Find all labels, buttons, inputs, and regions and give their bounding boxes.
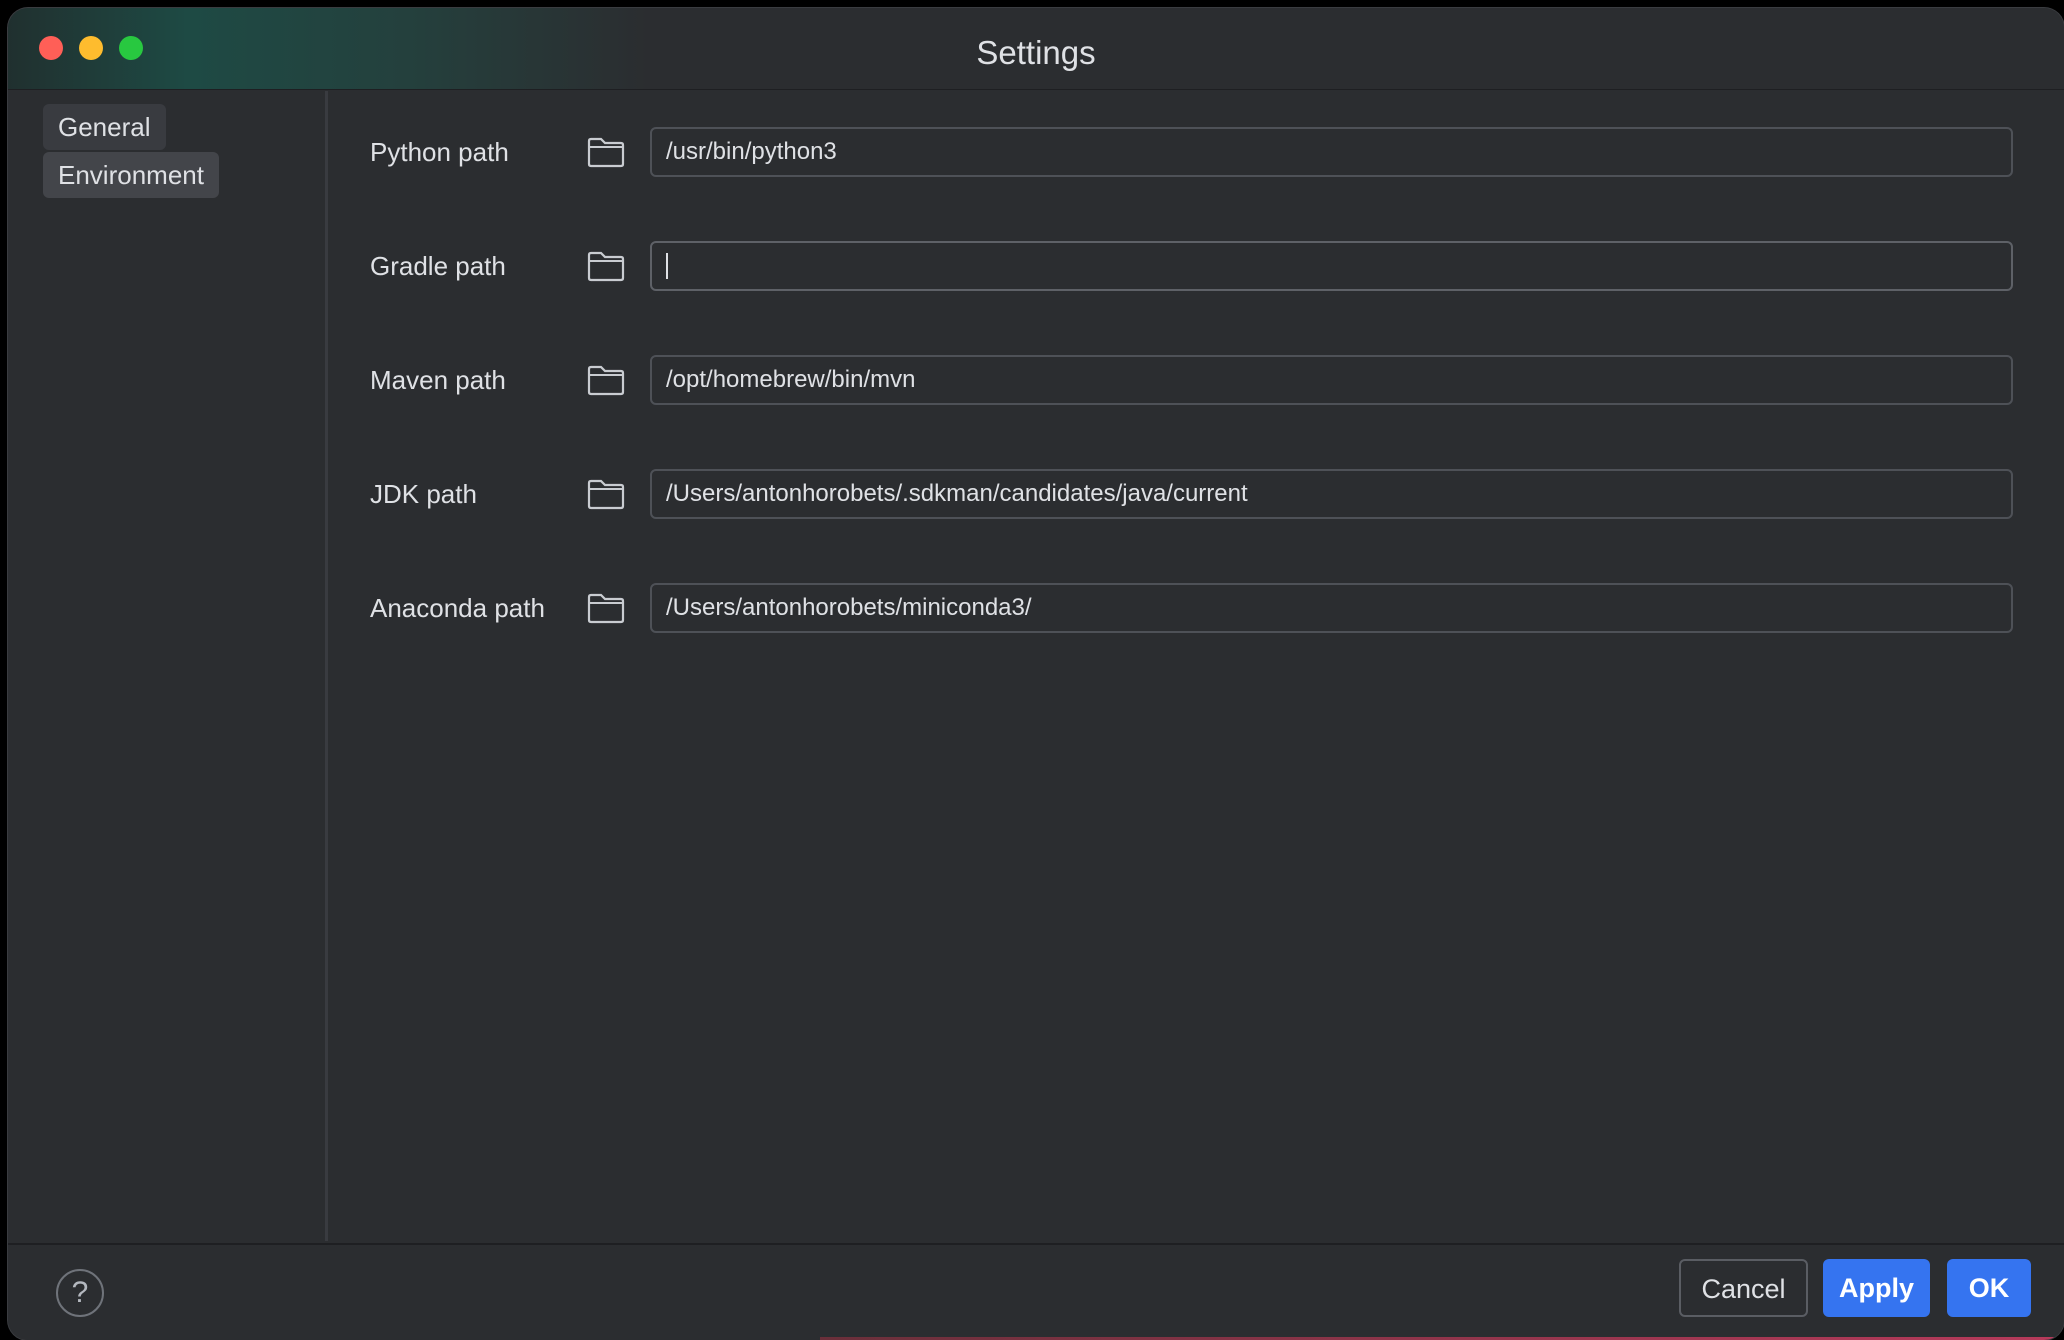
anaconda-path-row: Anaconda path [331, 583, 2064, 633]
python-path-label: Python path [370, 137, 509, 167]
sidebar-item-environment[interactable]: Environment [43, 152, 219, 198]
question-icon: ? [71, 1276, 89, 1309]
anaconda-path-label: Anaconda path [370, 593, 545, 623]
gradle-path-row: Gradle path [331, 241, 2064, 291]
folder-icon[interactable] [587, 364, 625, 396]
text-caret [666, 253, 668, 279]
jdk-path-row: JDK path [331, 469, 2064, 519]
folder-icon[interactable] [587, 250, 625, 282]
folder-icon[interactable] [587, 136, 625, 168]
settings-window: Settings General Environment Python path… [8, 8, 2064, 1340]
maven-path-input[interactable] [650, 355, 2013, 405]
settings-sidebar: General Environment [8, 91, 328, 1241]
cancel-button[interactable]: Cancel [1679, 1259, 1808, 1317]
title-bar: Settings [8, 8, 2064, 90]
jdk-path-label: JDK path [370, 479, 477, 509]
sidebar-item-general[interactable]: General [43, 104, 166, 150]
folder-icon[interactable] [587, 478, 625, 510]
jdk-path-input[interactable] [650, 469, 2013, 519]
gradle-path-label: Gradle path [370, 251, 506, 281]
anaconda-path-input[interactable] [650, 583, 2013, 633]
apply-button[interactable]: Apply [1823, 1259, 1930, 1317]
dialog-footer: ? Cancel Apply OK [8, 1243, 2064, 1340]
python-path-input[interactable] [650, 127, 2013, 177]
window-title: Settings [976, 34, 1096, 71]
environment-panel: Python path Gradle path Maven path [331, 91, 2064, 1241]
gradle-path-input[interactable] [650, 241, 2013, 291]
ok-button[interactable]: OK [1947, 1259, 2031, 1317]
maven-path-row: Maven path [331, 355, 2064, 405]
folder-icon[interactable] [587, 592, 625, 624]
python-path-row: Python path [331, 127, 2064, 177]
help-button[interactable]: ? [56, 1269, 104, 1317]
maven-path-label: Maven path [370, 365, 506, 395]
